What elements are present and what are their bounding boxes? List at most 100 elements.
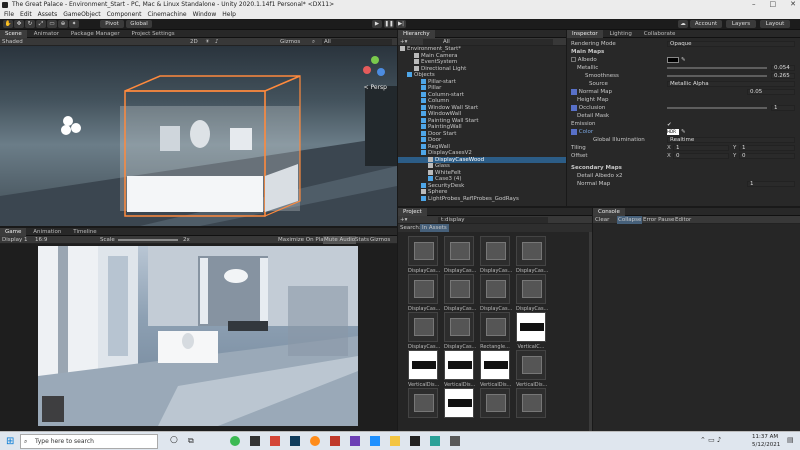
asset-item[interactable]: DisplayCas... bbox=[444, 312, 476, 350]
albedo-color-swatch[interactable] bbox=[667, 57, 679, 63]
chrome-icon[interactable] bbox=[230, 436, 240, 446]
tiling-y-field[interactable]: 1 bbox=[739, 145, 795, 151]
emission-color-swatch[interactable]: HDR bbox=[667, 129, 679, 135]
add-object-button[interactable]: +▾ bbox=[400, 38, 407, 46]
clock-date[interactable]: 5/12/2021 bbox=[752, 442, 780, 448]
occlusion-slider[interactable] bbox=[667, 107, 767, 109]
normal-map2-value[interactable]: 1 bbox=[747, 181, 795, 187]
2d-toggle[interactable]: 2D bbox=[190, 38, 198, 46]
game-gizmos-dropdown[interactable]: Gizmos bbox=[370, 236, 390, 244]
explorer-icon[interactable] bbox=[390, 436, 400, 446]
console-collapse-toggle[interactable]: Collapse bbox=[617, 216, 643, 224]
media-icon[interactable] bbox=[330, 436, 340, 446]
transform-tool-icon[interactable]: ⊕ bbox=[58, 20, 68, 28]
console-error-pause-toggle[interactable]: Error Pause bbox=[643, 216, 674, 224]
normal-map-value[interactable]: 0.05 bbox=[747, 89, 795, 95]
scene-search-input[interactable]: All bbox=[322, 39, 392, 45]
scale-slider[interactable] bbox=[118, 239, 178, 241]
create-asset-button[interactable]: +▾ bbox=[400, 216, 407, 224]
tab-package-manager[interactable]: Package Manager bbox=[66, 30, 125, 38]
clock-time[interactable]: 11:37 AM bbox=[752, 434, 778, 440]
notification-icon[interactable]: ▤ bbox=[787, 436, 794, 444]
asset-item[interactable]: DisplayCas... bbox=[480, 236, 512, 274]
asset-item[interactable] bbox=[408, 388, 438, 420]
asset-item[interactable] bbox=[480, 388, 510, 420]
in-assets-button[interactable]: In Assets bbox=[420, 224, 449, 232]
maximize-on-play-toggle[interactable]: Maximize On Play bbox=[278, 236, 327, 244]
occlusion-slot[interactable] bbox=[571, 104, 577, 111]
rect-tool-icon[interactable]: ▭ bbox=[47, 20, 57, 28]
maximize-icon[interactable]: □ bbox=[770, 0, 777, 10]
hierarchy-item[interactable]: LightProbes_ReflProbes_GodRays bbox=[398, 195, 566, 203]
global-toggle[interactable]: Global bbox=[126, 20, 152, 28]
offset-x-field[interactable]: 0 bbox=[673, 153, 729, 159]
minimize-icon[interactable]: – bbox=[752, 0, 756, 10]
system-tray-icons[interactable]: ⌃ ▭ ♪ bbox=[700, 436, 721, 444]
menu-gameobject[interactable]: GameObject bbox=[63, 10, 100, 19]
tab-project[interactable]: Project bbox=[398, 208, 427, 216]
collab-cloud-icon[interactable]: ☁ bbox=[678, 20, 688, 28]
gizmos-dropdown[interactable]: Gizmos bbox=[280, 38, 300, 46]
console-editor-dropdown[interactable]: Editor bbox=[675, 216, 691, 224]
gi-dropdown[interactable]: Realtime bbox=[667, 137, 795, 143]
asset-item[interactable]: DisplayCas... bbox=[516, 236, 548, 274]
asset-item[interactable]: DisplayCas... bbox=[516, 274, 548, 312]
asset-item[interactable]: DisplayCas... bbox=[480, 274, 512, 312]
asset-item[interactable]: Rectangle... bbox=[480, 312, 510, 350]
stats-toggle[interactable]: Stats bbox=[355, 236, 369, 244]
display-dropdown[interactable]: Display 1 bbox=[2, 236, 28, 244]
asset-item[interactable]: DisplayCas... bbox=[408, 274, 440, 312]
menu-assets[interactable]: Assets bbox=[38, 10, 58, 19]
albedo-texture-slot[interactable] bbox=[571, 57, 576, 62]
emission-eyedropper-icon[interactable]: ✎ bbox=[681, 128, 686, 136]
asset-item[interactable]: VerticalDis... bbox=[408, 350, 439, 388]
app-icon[interactable] bbox=[370, 436, 380, 446]
game-view[interactable] bbox=[38, 246, 358, 426]
metallic-value[interactable]: 0.054 bbox=[771, 65, 795, 71]
task-view-icon[interactable]: ○ bbox=[170, 435, 178, 445]
windows-start-icon[interactable]: ⊞ bbox=[6, 436, 14, 447]
scale-tool-icon[interactable]: ⤢ bbox=[36, 20, 46, 28]
asset-item[interactable]: DisplayCas... bbox=[444, 236, 476, 274]
app-icon-2[interactable] bbox=[450, 436, 460, 446]
lighting-toggle-icon[interactable]: ☀ bbox=[205, 38, 210, 46]
hierarchy-search-input[interactable]: All bbox=[423, 39, 553, 45]
tab-scene[interactable]: Scene bbox=[0, 30, 27, 38]
scene-view[interactable]: < Persp bbox=[0, 46, 397, 226]
unity-hub-icon[interactable] bbox=[410, 436, 420, 446]
custom-tool-icon[interactable]: ✦ bbox=[69, 20, 79, 28]
taskview-icon[interactable]: ⧉ bbox=[188, 436, 194, 446]
asset-item[interactable]: VerticalDis... bbox=[516, 350, 547, 388]
asset-item[interactable]: VerticalDis... bbox=[444, 350, 475, 388]
smoothness-slider[interactable] bbox=[667, 75, 767, 77]
rendering-mode-dropdown[interactable]: Opaque bbox=[667, 41, 795, 47]
visual-studio-icon[interactable] bbox=[350, 436, 360, 446]
menu-help[interactable]: Help bbox=[222, 10, 236, 19]
persp-label[interactable]: < Persp bbox=[364, 84, 387, 91]
asset-item[interactable]: DisplayCas... bbox=[408, 312, 440, 350]
tab-inspector[interactable]: Inspector bbox=[567, 30, 603, 38]
store-icon[interactable] bbox=[250, 436, 260, 446]
pivot-toggle[interactable]: Pivot bbox=[100, 20, 124, 28]
emission-slot[interactable] bbox=[571, 128, 577, 135]
asset-item[interactable]: DisplayCas... bbox=[444, 274, 476, 312]
tab-console[interactable]: Console bbox=[593, 208, 625, 216]
project-scrollbar[interactable] bbox=[589, 232, 592, 431]
close-icon[interactable]: ✕ bbox=[790, 0, 796, 10]
tab-timeline[interactable]: Timeline bbox=[68, 228, 101, 236]
step-button[interactable]: ▶| bbox=[396, 20, 406, 28]
pause-button[interactable]: ❚❚ bbox=[384, 20, 394, 28]
menu-component[interactable]: Component bbox=[107, 10, 142, 19]
tab-animator[interactable]: Animator bbox=[29, 30, 64, 38]
rotate-tool-icon[interactable]: ↻ bbox=[25, 20, 35, 28]
shading-dropdown[interactable]: Shaded bbox=[2, 38, 23, 46]
tab-collaborate[interactable]: Collaborate bbox=[639, 30, 681, 38]
tiling-x-field[interactable]: 1 bbox=[673, 145, 729, 151]
browser-icon[interactable] bbox=[310, 436, 320, 446]
layers-dropdown[interactable]: Layers bbox=[726, 20, 756, 28]
menu-file[interactable]: File bbox=[4, 10, 14, 19]
eyedropper-icon[interactable]: ✎ bbox=[681, 56, 686, 64]
mute-audio-toggle[interactable]: Mute Audio bbox=[323, 236, 357, 244]
smoothness-value[interactable]: 0.265 bbox=[771, 73, 795, 79]
audio-toggle-icon[interactable]: ♪ bbox=[215, 38, 219, 46]
